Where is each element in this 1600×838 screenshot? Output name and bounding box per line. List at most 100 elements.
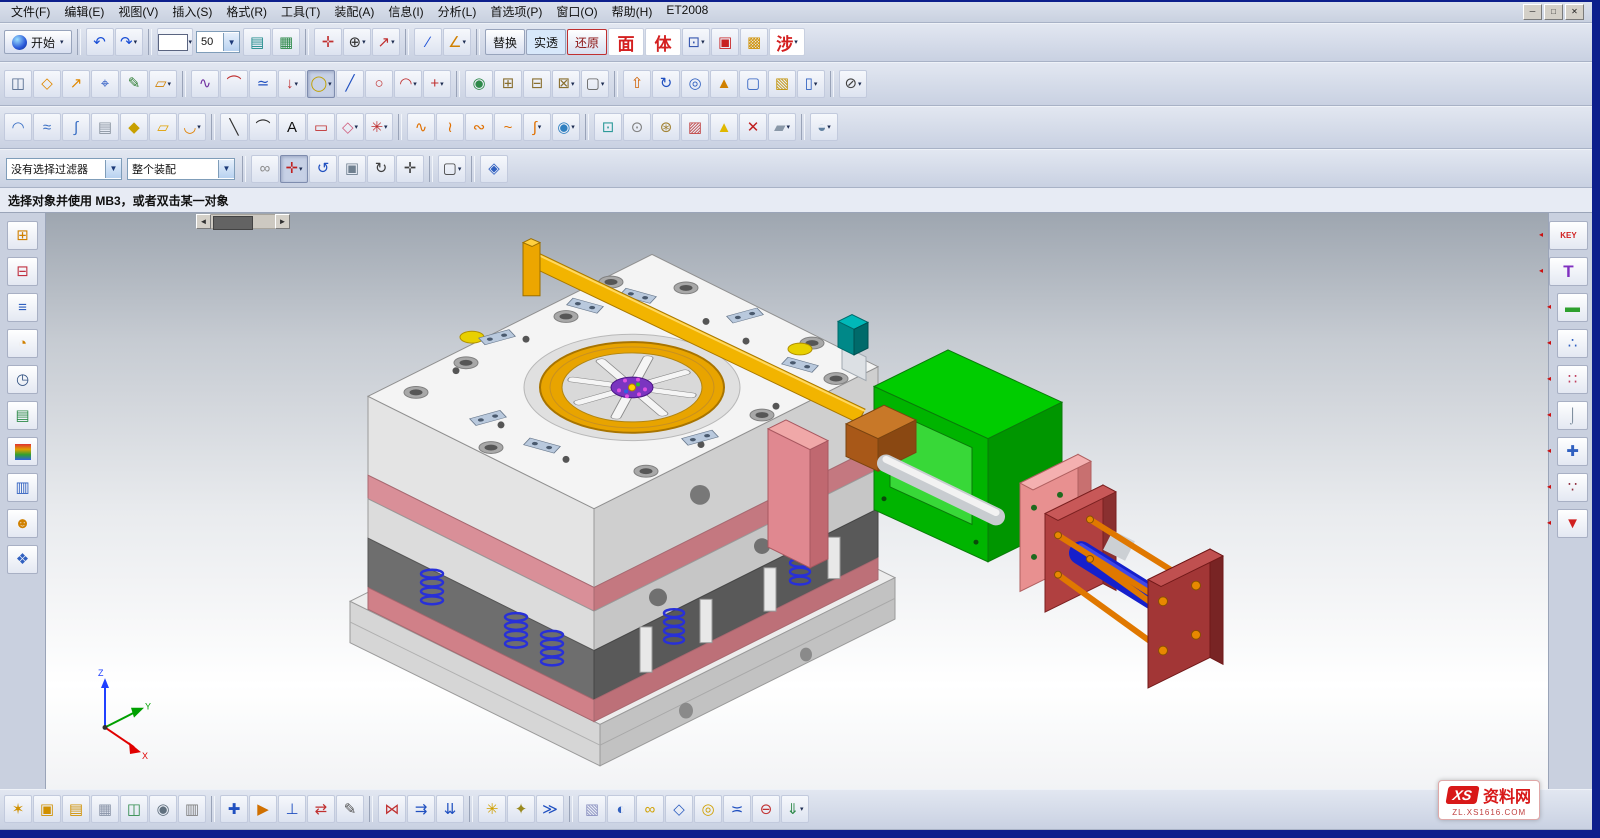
molecule-tool-icon[interactable]: ∴ [1557,329,1588,358]
pan-view-icon[interactable]: ✛ [396,155,424,183]
dropdown-arrow-icon[interactable]: ▾ [355,123,359,131]
menu-item[interactable]: 格式(R) [219,2,274,21]
mirror-component-icon[interactable]: ⋈ [378,795,406,823]
assembly-tools-icon[interactable]: ✦ [507,795,535,823]
revolve-icon[interactable]: ↻ [652,70,680,98]
measure-distance-icon[interactable]: ∕ [414,28,442,56]
sketch-icon[interactable]: ✎ [120,70,148,98]
web-browser-icon[interactable]: ❖ [7,545,38,574]
dropdown-arrow-icon[interactable]: ▾ [787,123,791,131]
part-navigator-icon[interactable]: ≡ [7,293,38,322]
menu-item[interactable]: 帮助(H) [605,2,660,21]
add-component-icon[interactable]: ▣ [33,795,61,823]
bounded-plane-icon[interactable]: ▱ [149,113,177,141]
through-curves-icon[interactable]: ≈ [33,113,61,141]
arc-icon[interactable]: ◠▾ [394,70,422,98]
menu-item[interactable]: 插入(S) [165,2,219,21]
selection-filter-combo[interactable]: 没有选择过滤器▼ [6,158,122,180]
analysis-icon[interactable]: ◉▾ [552,113,580,141]
mirror-assembly-icon[interactable]: ◫ [120,795,148,823]
menu-item[interactable]: 首选项(P) [483,2,549,21]
project-curve-icon[interactable]: ↓▾ [278,70,306,98]
extrude-icon[interactable]: ⇧ [623,70,651,98]
wave-geometry-icon[interactable]: ◐ [607,795,635,823]
dropdown-arrow-icon[interactable]: ▾ [168,80,172,88]
edit-spline-icon[interactable]: ∾ [465,113,493,141]
palette-icon[interactable] [7,437,38,466]
tube-tool-icon[interactable]: ⌡ [1557,401,1588,430]
boss-icon[interactable]: ▲ [710,70,738,98]
key-tool-icon[interactable]: KEY [1549,221,1588,250]
dropdown-arrow-icon[interactable]: ▾ [794,38,798,46]
relations-icon[interactable]: ≍ [723,795,751,823]
dropdown-arrow-icon[interactable]: ▾ [800,805,804,813]
menu-item[interactable]: 视图(V) [111,2,165,21]
dropdown-arrow-icon[interactable]: ▾ [197,123,201,131]
text-icon[interactable]: A [278,113,306,141]
menu-item[interactable]: 文件(F) [4,2,57,21]
dropdown-arrow-icon[interactable]: ▾ [814,80,818,88]
dropdown-arrow-icon[interactable]: ▾ [134,38,138,46]
minimize-button[interactable]: ─ [1523,4,1542,20]
point-set-icon[interactable]: ✳▾ [365,113,393,141]
mesh-surface-icon[interactable]: ▤ [91,113,119,141]
dropdown-arrow-icon[interactable]: ▾ [538,123,542,131]
open-component-icon[interactable]: ▤ [62,795,90,823]
intersect-icon[interactable]: ⊠▾ [552,70,580,98]
capsule-tool-icon[interactable]: ▬ [1557,293,1588,322]
layer-visible-icon[interactable]: ▦ [272,28,300,56]
orbit-icon[interactable]: ↺ [309,155,337,183]
restore-button[interactable]: □ [1544,4,1563,20]
rectangle-select-icon[interactable]: ▢▾ [438,155,466,183]
swept-surface-icon[interactable]: ∫ [62,113,90,141]
scroll-left-icon[interactable]: ◄ [196,214,211,229]
arrangements-icon[interactable]: ▧ [578,795,606,823]
new-component-icon[interactable]: ✶ [4,795,32,823]
cylinder-icon[interactable]: ▯▾ [797,70,825,98]
dropdown-arrow-icon[interactable]: ▾ [189,38,193,46]
replace-button[interactable]: 替换 [485,29,525,55]
edit-component-icon[interactable]: ✎ [336,795,364,823]
roles-icon[interactable]: ☻ [7,509,38,538]
dropdown-arrow-icon[interactable]: ▼ [223,33,239,51]
polygon-icon[interactable]: ◇▾ [336,113,364,141]
fit-spline-icon[interactable]: ≀ [436,113,464,141]
dropdown-arrow-icon[interactable]: ▾ [458,165,462,173]
menu-item[interactable]: 窗口(O) [549,2,604,21]
component-pattern-icon[interactable]: ▦ [91,795,119,823]
dropdown-arrow-icon[interactable]: ▼ [218,160,234,178]
distribute-icon[interactable]: ⇊ [436,795,464,823]
selection-filter-icon[interactable]: ⊘▾ [839,70,867,98]
helix-icon[interactable]: ∿ [191,70,219,98]
snap-point-icon[interactable]: ✛ [314,28,342,56]
studio-spline-icon[interactable]: ∿ [407,113,435,141]
dropdown-arrow-icon[interactable]: ▾ [858,80,862,88]
dropdown-arrow-icon[interactable]: ▾ [571,123,575,131]
replace-component-icon[interactable]: ⇄ [307,795,335,823]
assembly-navigator-icon[interactable]: ⊞ [7,221,38,250]
dropdown-arrow-icon[interactable]: ▾ [384,123,388,131]
instance-feature-icon[interactable]: ▨ [681,113,709,141]
menu-item[interactable]: 工具(T) [274,2,327,21]
n-sided-surface-icon[interactable]: ◆ [120,113,148,141]
datum-csys-icon[interactable]: ⌖ [91,70,119,98]
redo-icon[interactable]: ↷▾ [115,28,143,56]
link-component-icon[interactable]: ◇ [665,795,693,823]
dropdown-arrow-icon[interactable]: ▾ [827,123,831,131]
block-icon[interactable]: ▢▾ [581,70,609,98]
sequence-icon[interactable]: ≫ [536,795,564,823]
start-button[interactable]: 开始 ▾ [4,30,72,54]
snap-point-toggle-icon[interactable]: ✛▾ [280,155,308,183]
template-tool-icon[interactable]: T [1549,257,1588,286]
scroll-right-icon[interactable]: ► [275,214,290,229]
law-curve-icon[interactable]: ∫▾ [523,113,551,141]
capture-arrangement-icon[interactable]: ◉ [149,795,177,823]
dropdown-arrow-icon[interactable]: ▾ [601,80,605,88]
measure-angle-icon[interactable]: ∠▾ [443,28,471,56]
point-dialog-icon[interactable]: ⊕▾ [343,28,371,56]
point-icon[interactable]: +▾ [423,70,451,98]
dropdown-arrow-icon[interactable]: ▾ [328,80,332,88]
shaded-cube-icon[interactable]: ◈ [480,155,508,183]
layers-icon[interactable]: ▥ [7,473,38,502]
circle-icon[interactable]: ○ [365,70,393,98]
